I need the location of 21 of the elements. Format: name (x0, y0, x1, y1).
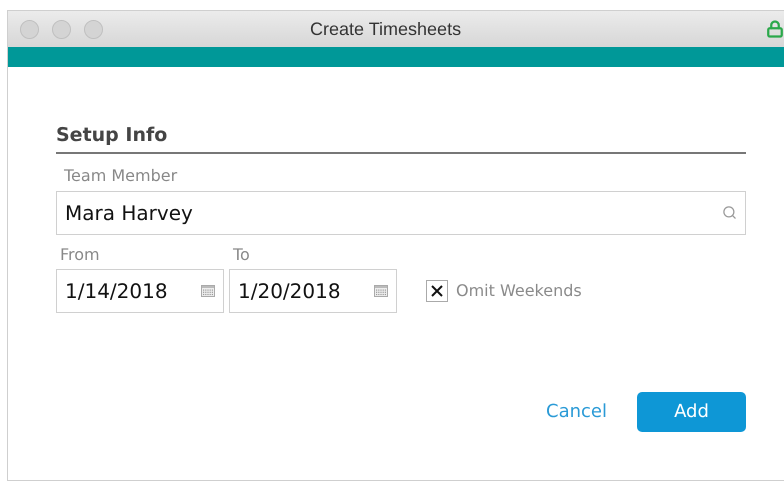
field-label: Team Member (63, 166, 178, 186)
checkbox-label: Omit Weekends (456, 280, 582, 302)
date-field[interactable]: 1/14/2018 (56, 268, 224, 312)
window-control-icon[interactable] (84, 20, 103, 38)
date-value: 1/20/2018 (238, 278, 341, 304)
window-control-icon[interactable] (52, 20, 71, 38)
section-title: Setup Info (56, 121, 746, 154)
date-field[interactable]: 1/20/2018 (229, 268, 397, 312)
field-label: To (232, 244, 251, 264)
field-label: From (59, 244, 101, 264)
lock-icon (766, 20, 784, 38)
search-icon[interactable] (722, 205, 737, 220)
checkbox[interactable] (426, 280, 448, 302)
team-member-field[interactable]: Mara Harvey (56, 190, 746, 234)
field-value: Mara Harvey (65, 200, 193, 226)
window-control-icon[interactable] (20, 20, 39, 38)
calendar-icon[interactable] (201, 284, 215, 296)
window-title: Create Timesheets (310, 18, 462, 40)
cross-icon (431, 284, 443, 296)
calendar-icon[interactable] (374, 284, 388, 296)
date-value: 1/14/2018 (65, 278, 168, 304)
